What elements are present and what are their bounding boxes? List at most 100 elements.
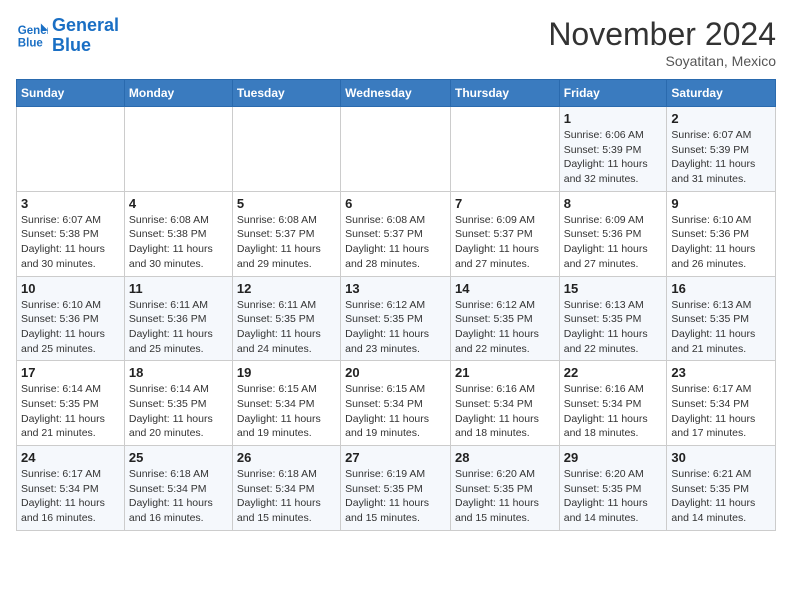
day-number: 1	[564, 111, 663, 126]
day-info: Sunrise: 6:17 AM Sunset: 5:34 PM Dayligh…	[21, 467, 120, 526]
logo-text: General Blue	[52, 16, 119, 56]
calendar-cell	[450, 107, 559, 192]
day-number: 22	[564, 365, 663, 380]
day-info: Sunrise: 6:07 AM Sunset: 5:39 PM Dayligh…	[671, 128, 771, 187]
calendar-cell: 9 Sunrise: 6:10 AM Sunset: 5:36 PM Daylig…	[667, 191, 776, 276]
day-number: 6	[345, 196, 446, 211]
calendar-cell: 5 Sunrise: 6:08 AM Sunset: 5:37 PM Daylig…	[232, 191, 340, 276]
calendar-cell: 14Sunrise: 6:12 AM Sunset: 5:35 PM Dayli…	[450, 276, 559, 361]
calendar-cell: 26 Sunrise: 6:18 AM Sunset: 5:34 PM Dayli…	[232, 446, 340, 531]
day-number: 15	[564, 281, 663, 296]
day-info: Sunrise: 6:18 AM Sunset: 5:34 PM Dayligh…	[237, 467, 336, 526]
title-block: November 2024 Soyatitan, Mexico	[548, 16, 776, 69]
day-info: Sunrise: 6:15 AM Sunset: 5:34 PM Dayligh…	[345, 382, 446, 441]
week-row-1: 3 Sunrise: 6:07 AM Sunset: 5:38 PM Daylig…	[17, 191, 776, 276]
calendar-cell: 1 Sunrise: 6:06 AM Sunset: 5:39 PM Daylig…	[559, 107, 667, 192]
calendar-cell: 21 Sunrise: 6:16 AM Sunset: 5:34 PM Dayli…	[450, 361, 559, 446]
weekday-header-saturday: Saturday	[667, 80, 776, 107]
calendar-cell: 2 Sunrise: 6:07 AM Sunset: 5:39 PM Daylig…	[667, 107, 776, 192]
day-info: Sunrise: 6:17 AM Sunset: 5:34 PM Dayligh…	[671, 382, 771, 441]
calendar-cell	[124, 107, 232, 192]
day-number: 18	[129, 365, 228, 380]
day-number: 3	[21, 196, 120, 211]
day-number: 17	[21, 365, 120, 380]
day-number: 12	[237, 281, 336, 296]
day-number: 28	[455, 450, 555, 465]
day-number: 4	[129, 196, 228, 211]
day-number: 30	[671, 450, 771, 465]
logo-line2: Blue	[52, 35, 91, 55]
calendar-cell: 12Sunrise: 6:11 AM Sunset: 5:35 PM Dayli…	[232, 276, 340, 361]
day-info: Sunrise: 6:11 AM Sunset: 5:36 PM Dayligh…	[129, 298, 228, 357]
day-number: 9	[671, 196, 771, 211]
day-info: Sunrise: 6:14 AM Sunset: 5:35 PM Dayligh…	[21, 382, 120, 441]
week-row-0: 1 Sunrise: 6:06 AM Sunset: 5:39 PM Daylig…	[17, 107, 776, 192]
day-number: 5	[237, 196, 336, 211]
calendar-cell: 25 Sunrise: 6:18 AM Sunset: 5:34 PM Dayli…	[124, 446, 232, 531]
calendar-cell: 7Sunrise: 6:09 AM Sunset: 5:37 PM Daylig…	[450, 191, 559, 276]
calendar-body: 1 Sunrise: 6:06 AM Sunset: 5:39 PM Daylig…	[17, 107, 776, 531]
day-info: Sunrise: 6:16 AM Sunset: 5:34 PM Dayligh…	[455, 382, 555, 441]
day-info: Sunrise: 6:07 AM Sunset: 5:38 PM Dayligh…	[21, 213, 120, 272]
logo-line1: General	[52, 15, 119, 35]
day-info: Sunrise: 6:12 AM Sunset: 5:35 PM Dayligh…	[455, 298, 555, 357]
calendar-cell	[17, 107, 125, 192]
calendar-cell	[232, 107, 340, 192]
day-info: Sunrise: 6:20 AM Sunset: 5:35 PM Dayligh…	[455, 467, 555, 526]
day-number: 20	[345, 365, 446, 380]
week-row-3: 17 Sunrise: 6:14 AM Sunset: 5:35 PM Dayli…	[17, 361, 776, 446]
day-info: Sunrise: 6:10 AM Sunset: 5:36 PM Dayligh…	[21, 298, 120, 357]
calendar-cell: 20 Sunrise: 6:15 AM Sunset: 5:34 PM Dayli…	[341, 361, 451, 446]
weekday-header-tuesday: Tuesday	[232, 80, 340, 107]
day-number: 27	[345, 450, 446, 465]
calendar-cell: 24Sunrise: 6:17 AM Sunset: 5:34 PM Dayli…	[17, 446, 125, 531]
day-number: 26	[237, 450, 336, 465]
day-info: Sunrise: 6:14 AM Sunset: 5:35 PM Dayligh…	[129, 382, 228, 441]
day-number: 21	[455, 365, 555, 380]
day-info: Sunrise: 6:18 AM Sunset: 5:34 PM Dayligh…	[129, 467, 228, 526]
day-info: Sunrise: 6:08 AM Sunset: 5:37 PM Dayligh…	[237, 213, 336, 272]
calendar-header: SundayMondayTuesdayWednesdayThursdayFrid…	[17, 80, 776, 107]
day-number: 10	[21, 281, 120, 296]
day-info: Sunrise: 6:20 AM Sunset: 5:35 PM Dayligh…	[564, 467, 663, 526]
day-number: 7	[455, 196, 555, 211]
day-number: 25	[129, 450, 228, 465]
calendar-cell: 4 Sunrise: 6:08 AM Sunset: 5:38 PM Daylig…	[124, 191, 232, 276]
calendar-cell	[341, 107, 451, 192]
day-info: Sunrise: 6:10 AM Sunset: 5:36 PM Dayligh…	[671, 213, 771, 272]
calendar-cell: 17 Sunrise: 6:14 AM Sunset: 5:35 PM Dayli…	[17, 361, 125, 446]
logo-icon: General Blue	[16, 20, 48, 52]
location: Soyatitan, Mexico	[548, 53, 776, 69]
weekday-header-monday: Monday	[124, 80, 232, 107]
week-row-2: 10 Sunrise: 6:10 AM Sunset: 5:36 PM Dayli…	[17, 276, 776, 361]
calendar-cell: 29Sunrise: 6:20 AM Sunset: 5:35 PM Dayli…	[559, 446, 667, 531]
day-number: 23	[671, 365, 771, 380]
day-info: Sunrise: 6:09 AM Sunset: 5:36 PM Dayligh…	[564, 213, 663, 272]
weekday-header-wednesday: Wednesday	[341, 80, 451, 107]
calendar-cell: 10 Sunrise: 6:10 AM Sunset: 5:36 PM Dayli…	[17, 276, 125, 361]
day-number: 19	[237, 365, 336, 380]
logo: General Blue General Blue	[16, 16, 119, 56]
day-info: Sunrise: 6:08 AM Sunset: 5:37 PM Dayligh…	[345, 213, 446, 272]
calendar-cell: 3 Sunrise: 6:07 AM Sunset: 5:38 PM Daylig…	[17, 191, 125, 276]
week-row-4: 24Sunrise: 6:17 AM Sunset: 5:34 PM Dayli…	[17, 446, 776, 531]
day-number: 16	[671, 281, 771, 296]
calendar-cell: 15 Sunrise: 6:13 AM Sunset: 5:35 PM Dayli…	[559, 276, 667, 361]
calendar-cell: 16 Sunrise: 6:13 AM Sunset: 5:35 PM Dayli…	[667, 276, 776, 361]
calendar-table: SundayMondayTuesdayWednesdayThursdayFrid…	[16, 79, 776, 531]
weekday-header-friday: Friday	[559, 80, 667, 107]
calendar-cell: 18 Sunrise: 6:14 AM Sunset: 5:35 PM Dayli…	[124, 361, 232, 446]
day-info: Sunrise: 6:13 AM Sunset: 5:35 PM Dayligh…	[564, 298, 663, 357]
day-info: Sunrise: 6:15 AM Sunset: 5:34 PM Dayligh…	[237, 382, 336, 441]
calendar-cell: 8Sunrise: 6:09 AM Sunset: 5:36 PM Daylig…	[559, 191, 667, 276]
day-info: Sunrise: 6:08 AM Sunset: 5:38 PM Dayligh…	[129, 213, 228, 272]
calendar-cell: 22Sunrise: 6:16 AM Sunset: 5:34 PM Dayli…	[559, 361, 667, 446]
calendar-cell: 6 Sunrise: 6:08 AM Sunset: 5:37 PM Daylig…	[341, 191, 451, 276]
day-info: Sunrise: 6:12 AM Sunset: 5:35 PM Dayligh…	[345, 298, 446, 357]
day-info: Sunrise: 6:13 AM Sunset: 5:35 PM Dayligh…	[671, 298, 771, 357]
day-info: Sunrise: 6:06 AM Sunset: 5:39 PM Dayligh…	[564, 128, 663, 187]
day-number: 2	[671, 111, 771, 126]
month-title: November 2024	[548, 16, 776, 53]
day-number: 11	[129, 281, 228, 296]
day-info: Sunrise: 6:19 AM Sunset: 5:35 PM Dayligh…	[345, 467, 446, 526]
